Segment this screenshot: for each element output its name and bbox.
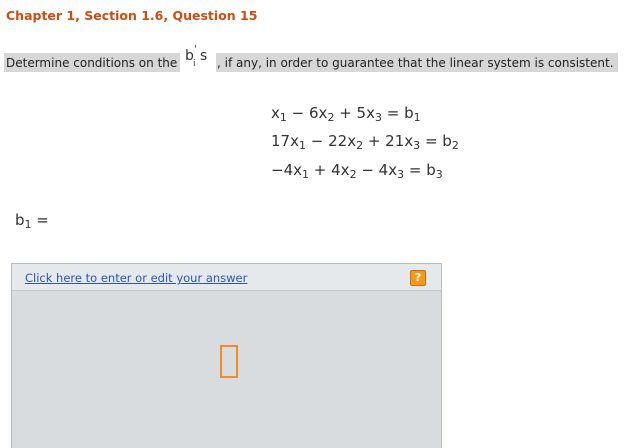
answer-label: b1 = bbox=[15, 211, 49, 231]
symbol-prime: ' bbox=[194, 44, 197, 55]
help-icon[interactable]: ? bbox=[410, 270, 426, 286]
equation-3: −4x1 + 4x2 − 4x3 = b3 bbox=[271, 161, 443, 181]
input-cursor-placeholder[interactable] bbox=[220, 345, 238, 378]
answer-header: Click here to enter or edit your answer … bbox=[12, 264, 441, 291]
bi-prime-s-symbol: b ' i s bbox=[180, 44, 216, 74]
question-text-before: Determine conditions on the bbox=[6, 56, 178, 70]
symbol-suffix: s bbox=[200, 48, 208, 64]
equation-1: x1 − 6x2 + 5x3 = b1 bbox=[271, 104, 421, 124]
enter-answer-link[interactable]: Click here to enter or edit your answer bbox=[25, 271, 247, 285]
question-text-after: , if any, in order to guarantee that the… bbox=[217, 56, 614, 70]
equation-2: 17x1 − 22x2 + 21x3 = b2 bbox=[271, 132, 459, 152]
answer-input-area[interactable]: Click here to enter or edit your answer … bbox=[11, 263, 442, 448]
chapter-title: Chapter 1, Section 1.6, Question 15 bbox=[6, 8, 258, 23]
symbol-subscript: i bbox=[193, 59, 196, 69]
